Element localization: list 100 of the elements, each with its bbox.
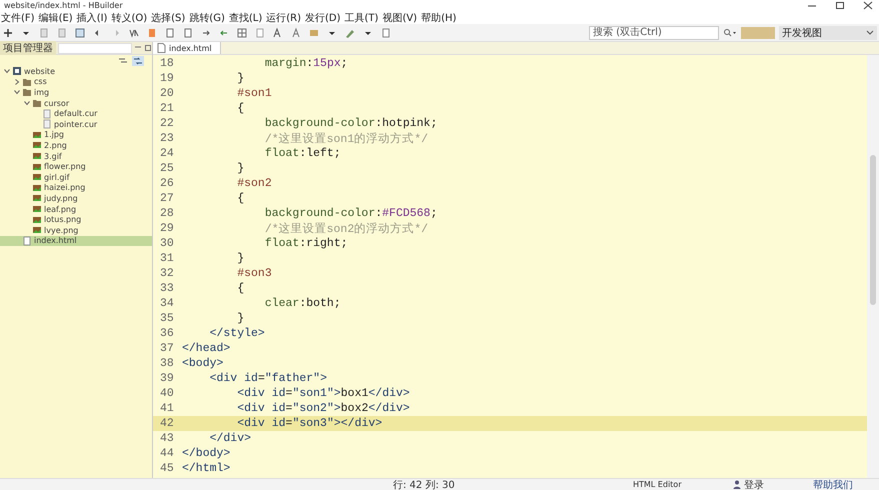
menu-item[interactable]: 运行(R) [265, 10, 302, 24]
tree-item[interactable]: index.html [0, 236, 152, 246]
tree-item[interactable]: lotus.png [0, 214, 152, 225]
menu-item[interactable]: 选择(S) [150, 10, 186, 24]
line-number: 29 [159, 222, 175, 235]
line-number: 38 [159, 357, 175, 370]
view-select[interactable]: 开发视图 [779, 26, 877, 40]
search-field[interactable]: 搜索 (双击Ctrl) [589, 26, 719, 40]
menu-item[interactable]: 跳转(G) [188, 10, 226, 24]
line-number: 30 [159, 237, 175, 250]
link-icon[interactable] [132, 56, 144, 66]
expanded-icon[interactable] [24, 100, 30, 106]
tree-item[interactable]: flower.png [0, 161, 152, 172]
menu-item[interactable]: 查找(L) [228, 10, 264, 24]
code-line: #son1 [236, 87, 272, 100]
help-link[interactable]: 帮助我们 [813, 478, 853, 490]
menu-item[interactable]: 视图(V) [381, 10, 418, 24]
page-icon[interactable] [380, 26, 392, 38]
image-file-icon [32, 151, 42, 162]
image-file-icon [32, 130, 42, 140]
login-link[interactable]: 登录 [733, 478, 813, 490]
line-number: 37 [159, 342, 175, 355]
line-number: 32 [159, 267, 175, 280]
line-number: 20 [159, 87, 175, 100]
menu-item[interactable]: 插入(I) [76, 10, 108, 24]
filter-field[interactable] [58, 42, 132, 54]
tree-item[interactable]: img [0, 87, 152, 98]
code-line: { [236, 102, 244, 115]
tree-item[interactable]: leaf.png [0, 204, 152, 214]
expanded-icon[interactable] [14, 89, 20, 96]
line-number: 19 [159, 72, 175, 85]
image-file-icon [32, 225, 42, 236]
line-number: 26 [159, 177, 175, 190]
tree-item[interactable]: default.cur [0, 108, 152, 119]
line-number: 40 [159, 387, 175, 400]
line-number: 25 [159, 162, 175, 175]
page-icon[interactable] [254, 26, 266, 38]
line-number: 22 [159, 117, 175, 130]
code-line: } [236, 162, 244, 175]
page-icon[interactable] [182, 26, 194, 38]
code-line: background-color:#FCD568; [264, 207, 438, 220]
code-line: background-color:hotpink; [264, 117, 438, 130]
scrollbar[interactable] [867, 55, 879, 478]
plus-icon[interactable] [2, 26, 14, 38]
menu-item[interactable]: 帮助(H) [420, 10, 458, 24]
tree-item[interactable]: website [0, 66, 152, 77]
folder-icon [32, 98, 42, 108]
tree-item[interactable]: 1.jpg [0, 130, 152, 140]
line-number: 39 [159, 372, 175, 385]
menu-item[interactable]: 转义(O) [110, 10, 148, 24]
panel-tab[interactable]: 项目管理器 [0, 41, 56, 55]
image-file-icon [32, 182, 42, 193]
menu-item[interactable]: 文件(F) [0, 10, 36, 24]
image-file-icon [32, 214, 42, 225]
maximize-icon[interactable] [835, 1, 845, 10]
image-file-icon [32, 162, 42, 172]
code-line: </html> [182, 462, 230, 475]
tree-item[interactable]: lvye.png [0, 224, 152, 236]
tree-item[interactable]: 2.png [0, 140, 152, 151]
tree-item[interactable]: 3.gif [0, 150, 152, 162]
expanded-icon[interactable] [4, 68, 10, 74]
line-number: 35 [159, 312, 175, 325]
grid-icon[interactable] [236, 26, 248, 38]
code-line: /*这里设置son2的浮动方式*/ [264, 221, 428, 236]
menu-item[interactable]: 工具(T) [344, 10, 380, 24]
tree-item[interactable]: cursor [0, 98, 152, 108]
menu-item[interactable]: 编辑(E) [38, 10, 74, 24]
menu-item[interactable]: 发行(D) [304, 10, 342, 24]
tree-item[interactable]: girl.gif [0, 172, 152, 183]
line-number: 41 [159, 402, 175, 415]
code-line: #son3 [236, 267, 272, 280]
tree-item[interactable]: haizei.png [0, 182, 152, 194]
code-line: <div id="father"> [208, 372, 327, 385]
tree-item[interactable]: pointer.cur [0, 118, 152, 130]
line-number: 23 [159, 132, 175, 145]
code-line: #son2 [236, 177, 272, 190]
code-line: <div id="son2">box2</div> [236, 402, 410, 415]
collapsed-icon[interactable] [14, 78, 20, 85]
tree-item[interactable]: css [0, 76, 152, 88]
font-icon[interactable] [290, 26, 302, 38]
line-number: 33 [159, 282, 175, 295]
file-icon [22, 236, 32, 246]
close-icon[interactable] [863, 1, 873, 10]
code-line: <div id="son1">box1</div> [236, 387, 410, 400]
line-number: 31 [159, 252, 175, 265]
line-number: 24 [159, 147, 175, 160]
code-line: <body> [182, 357, 224, 370]
tree-item[interactable]: judy.png [0, 193, 152, 204]
code-line: </style> [208, 327, 265, 340]
file-icon [42, 108, 52, 119]
page-icon[interactable] [164, 26, 176, 38]
editor-tab[interactable]: index.html [153, 42, 221, 54]
code-line: </head> [182, 342, 230, 355]
line-number: 27 [159, 192, 175, 205]
search-icon[interactable] [723, 28, 737, 38]
code-line: { [236, 192, 244, 205]
code-line: </body> [182, 447, 230, 460]
code-line: } [236, 252, 244, 265]
file-icon [42, 119, 52, 130]
image-file-icon [32, 204, 42, 214]
